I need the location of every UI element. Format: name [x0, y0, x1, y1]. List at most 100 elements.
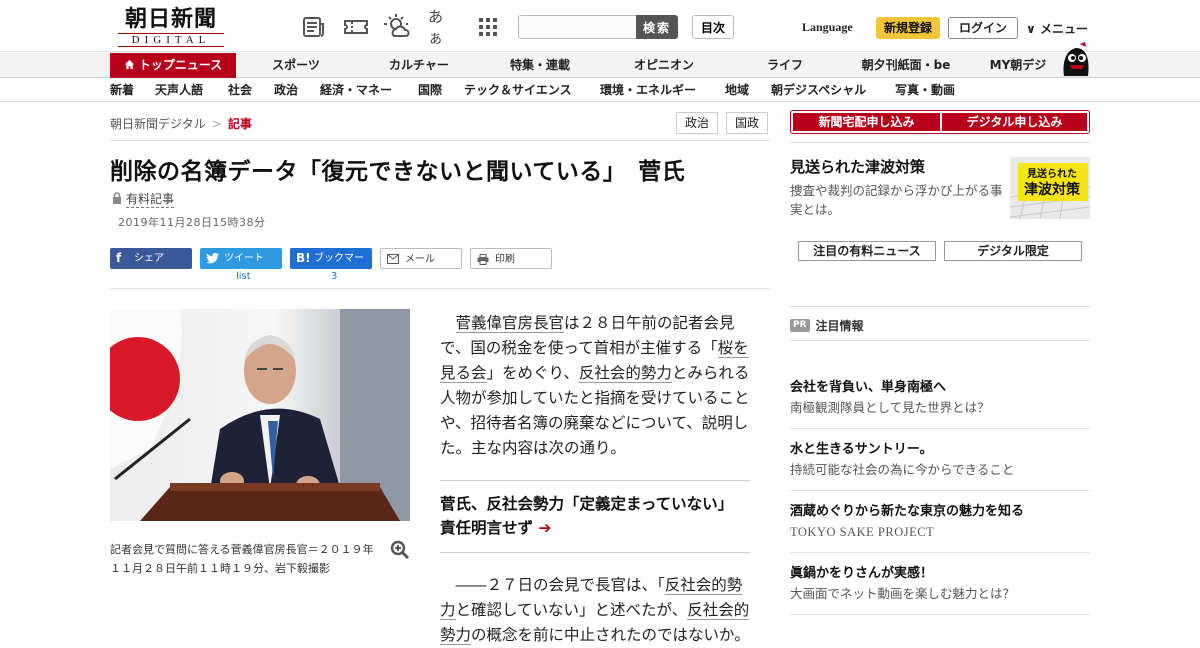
language-link[interactable]: Language: [802, 20, 853, 35]
divider: [790, 614, 1090, 615]
pr-item-description: 南極観測隊員として見た世界とは？: [790, 400, 990, 415]
logo-title: 朝日新聞: [124, 6, 217, 32]
site-header: 朝日新聞 DIGITAL あぁ 検索 目次 Language 新規登録 ログイン…: [0, 0, 1200, 52]
mail-share-button[interactable]: メール: [380, 248, 462, 269]
pr-item-title: 水と生きるサントリー。: [790, 442, 933, 457]
divider: [110, 288, 770, 289]
home-icon: [124, 58, 139, 72]
divider: [790, 490, 1090, 491]
nav-item-newspaper[interactable]: 朝夕刊紙面・be: [848, 53, 964, 78]
subnav-item-latest[interactable]: 新着: [110, 79, 134, 102]
site-logo[interactable]: 朝日新聞 DIGITAL: [112, 6, 230, 48]
search-button[interactable]: 検索: [636, 15, 678, 39]
font-size-icon[interactable]: あぁ: [428, 8, 456, 47]
login-button[interactable]: ログイン: [948, 17, 1018, 39]
newspaper-subscribe-button[interactable]: 新聞宅配申し込み: [793, 113, 940, 131]
facebook-share-button[interactable]: f シェア: [110, 248, 192, 269]
breadcrumb-separator: >: [211, 117, 222, 131]
nav-item-opinion[interactable]: オピニオン: [614, 53, 714, 78]
subnav-item-society[interactable]: 社会: [228, 79, 252, 102]
keyword-link[interactable]: 反社会的勢力: [578, 364, 672, 383]
divider: [790, 306, 1090, 307]
toc-button[interactable]: 目次: [692, 15, 734, 39]
article-photo[interactable]: [110, 309, 410, 521]
zoom-icon[interactable]: [390, 540, 410, 560]
subnav-item-special[interactable]: 朝デジスペシャル: [771, 79, 866, 102]
register-button[interactable]: 新規登録: [876, 17, 940, 39]
feature-thumb-line1: 見送られた: [1026, 167, 1077, 180]
menu-label: メニュー: [1039, 22, 1088, 36]
article-body-paragraph: ――２７日の会見で長官は、「反社会的勢力と確認していない」と述べたが、反社会的勢…: [440, 573, 750, 648]
grid-menu-icon[interactable]: [474, 14, 502, 40]
paid-article-label[interactable]: 有料記事: [126, 190, 175, 208]
twitter-share-count[interactable]: list: [236, 271, 251, 282]
feature-thumb-line2: 津波対策: [1024, 181, 1081, 198]
nav-top-news-label: トップニュース: [138, 58, 223, 72]
divider: [790, 552, 1090, 553]
nav-item-my-asadigi[interactable]: MY朝デジ: [980, 53, 1056, 78]
divider: [790, 340, 1090, 341]
menu-button[interactable]: ∨ メニュー: [1026, 20, 1088, 37]
nav-item-culture[interactable]: カルチャー: [370, 53, 468, 78]
subnav-item-international[interactable]: 国際: [418, 79, 442, 102]
subscribe-box: 新聞宅配申し込み デジタル申し込み: [790, 110, 1090, 134]
divider: [790, 142, 1090, 143]
mascot-icon[interactable]: [1058, 42, 1092, 78]
tab-digital-only[interactable]: デジタル限定: [944, 241, 1082, 261]
pr-item-description: 持続可能な社会の為に今からできること: [790, 462, 1015, 477]
nav-top-news[interactable]: トップニュース: [110, 53, 236, 78]
arrow-right-icon: ➔: [538, 519, 552, 537]
tag-politics[interactable]: 政治: [676, 112, 718, 134]
subnav-item-tenseijingo[interactable]: 天声人語: [155, 79, 203, 102]
feature-title[interactable]: 見送られた津波対策: [790, 156, 925, 177]
pr-item[interactable]: 眞鍋かをりさんが実感！ 大画面でネット動画を楽しむ魅力とは？: [790, 564, 1090, 604]
newspaper-icon[interactable]: [300, 14, 328, 40]
breadcrumb-home[interactable]: 朝日新聞デジタル: [110, 117, 206, 131]
nav-item-sports[interactable]: スポーツ: [248, 53, 344, 78]
subnav-item-economy[interactable]: 経済・マネー: [320, 79, 392, 102]
feature-description: 捜査や裁判の記録から浮かび上がる事実とは。: [790, 183, 1003, 217]
related-article-link[interactable]: 菅氏、反社会勢力「定義定まっていない」 責任明言せず ➔: [440, 492, 750, 540]
keyword-link[interactable]: 菅義偉官房長官: [455, 314, 565, 333]
pr-item[interactable]: 酒蔵めぐりから新たな東京の魅力を知る TOKYO SAKE PROJECT: [790, 502, 1090, 542]
facebook-icon: f: [116, 251, 122, 265]
nav-item-life[interactable]: ライフ: [736, 53, 834, 78]
twitter-share-label: ツイート: [224, 253, 264, 264]
hatena-bookmark-button[interactable]: B! ブックマーク: [290, 248, 372, 285]
pr-item[interactable]: 水と生きるサントリー。 持続可能な社会の為に今からできること: [790, 440, 1090, 480]
article-body-paragraph: 菅義偉官房長官は２８日午前の記者会見で、国の税金を使って首相が主催する「桜を見る…: [440, 311, 750, 461]
subnav-item-photo[interactable]: 写真・動画: [895, 79, 955, 102]
body-text: の概念を前に中止されたのではないか。: [471, 626, 750, 644]
article-title: 削除の名簿データ「復元できないと聞いている」 菅氏: [110, 159, 686, 185]
weather-icon[interactable]: [384, 14, 412, 40]
subnav-item-politics[interactable]: 政治: [274, 79, 298, 102]
tab-paid-news[interactable]: 注目の有料ニュース: [798, 241, 936, 261]
sub-nav: 新着 天声人語 社会 政治 経済・マネー 国際 テック＆サイエンス 環境・エネル…: [0, 79, 1200, 102]
pr-item-title: 眞鍋かをりさんが実感！: [790, 566, 934, 581]
main-nav: トップニュース スポーツ カルチャー 特集・連載 オピニオン ライフ 朝夕刊紙面…: [0, 53, 1200, 78]
subnav-item-environment[interactable]: 環境・エネルギー: [600, 79, 696, 102]
nav-item-features[interactable]: 特集・連載: [490, 53, 590, 78]
divider: [110, 140, 770, 141]
subnav-item-tech[interactable]: テック＆サイエンス: [464, 79, 572, 102]
facebook-share-label: シェア: [134, 253, 164, 264]
tag-national-politics[interactable]: 国政: [726, 112, 768, 134]
digital-subscribe-button[interactable]: デジタル申し込み: [942, 113, 1087, 131]
chevron-down-icon: ∨: [1026, 22, 1036, 36]
subnav-item-region[interactable]: 地域: [725, 79, 749, 102]
twitter-share-button[interactable]: ツイート: [200, 248, 282, 269]
search-input[interactable]: [518, 15, 636, 39]
pr-item[interactable]: 会社を背負い、単身南極へ 南極観測隊員として見た世界とは？: [790, 378, 1090, 418]
print-button[interactable]: 印刷: [470, 248, 552, 269]
hatena-bookmark-icon: B!: [296, 251, 311, 265]
logo-subtitle: DIGITAL: [118, 33, 224, 47]
ticket-icon[interactable]: [342, 14, 370, 40]
hatena-bookmark-label: ブックマーク: [314, 253, 364, 285]
feature-thumbnail[interactable]: 見送られた 津波対策: [1010, 157, 1090, 219]
pr-item-title: 会社を背負い、単身南極へ: [790, 380, 947, 395]
article-date: 2019年11月28日15時38分: [118, 216, 266, 229]
hatena-bookmark-count[interactable]: 3: [331, 271, 337, 282]
mail-share-label: メール: [405, 254, 435, 265]
breadcrumb-current: 記事: [227, 117, 252, 131]
pr-item-title: 酒蔵めぐりから新たな東京の魅力を知る: [790, 504, 1025, 519]
